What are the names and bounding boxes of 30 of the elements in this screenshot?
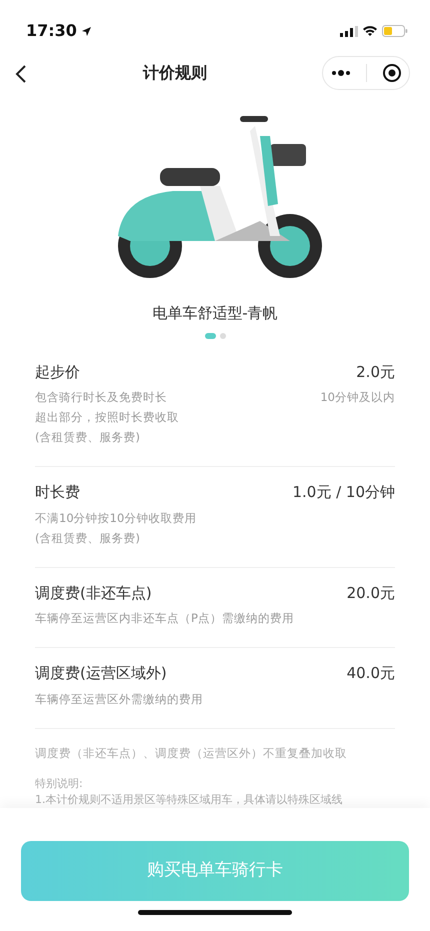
page-title: 计价规则: [143, 62, 207, 84]
fee-description: (含租赁费、服务费): [35, 530, 141, 546]
location-arrow-icon: [80, 26, 92, 36]
fee-name: 调度费(运营区域外): [35, 663, 167, 684]
buy-card-button[interactable]: 购买电单车骑行卡: [21, 841, 409, 901]
fee-price: 1.0元 / 10分钟: [292, 482, 395, 503]
fee-price: 2.0元: [356, 362, 395, 382]
fee-description: 超出部分，按照时长费收取: [35, 409, 180, 426]
page-indicator-dot[interactable]: [220, 332, 226, 338]
fee-condition: 10分钟及以内: [320, 389, 395, 406]
fee-description: 不满10分钟按10分钟收取费用: [35, 510, 198, 526]
fee-description: 车辆停至运营区内非还车点（P点）需缴纳的费用: [35, 610, 295, 627]
fee-note: 调度费（非还车点）、调度费（运营区外）不重复叠加收取: [34, 744, 348, 762]
fee-price: 20.0元: [346, 582, 395, 604]
close-icon[interactable]: [382, 63, 402, 83]
product-name: 电单车舒适型-青帆: [151, 303, 279, 324]
fee-name: 时长费: [35, 482, 80, 503]
fee-description: (含租赁费、服务费): [35, 429, 141, 446]
special-note-title: 特别说明:: [35, 776, 84, 792]
fee-description: 包含骑行时长及免费时长: [35, 389, 167, 406]
battery-icon: [382, 25, 408, 37]
signal-icon: [340, 26, 358, 36]
clock-time: 17:30: [26, 20, 77, 42]
fee-price: 40.0元: [346, 663, 395, 684]
more-icon[interactable]: [330, 70, 350, 76]
wifi-icon: [362, 25, 378, 37]
fee-name: 调度费(非还车点): [35, 582, 152, 604]
fee-description: 车辆停至运营区外需缴纳的费用: [35, 690, 204, 708]
special-note-text: 1.本计价规则不适用景区等特殊区域用车，具体请以特殊区域线: [35, 792, 344, 808]
fee-name: 起步价: [35, 362, 80, 382]
